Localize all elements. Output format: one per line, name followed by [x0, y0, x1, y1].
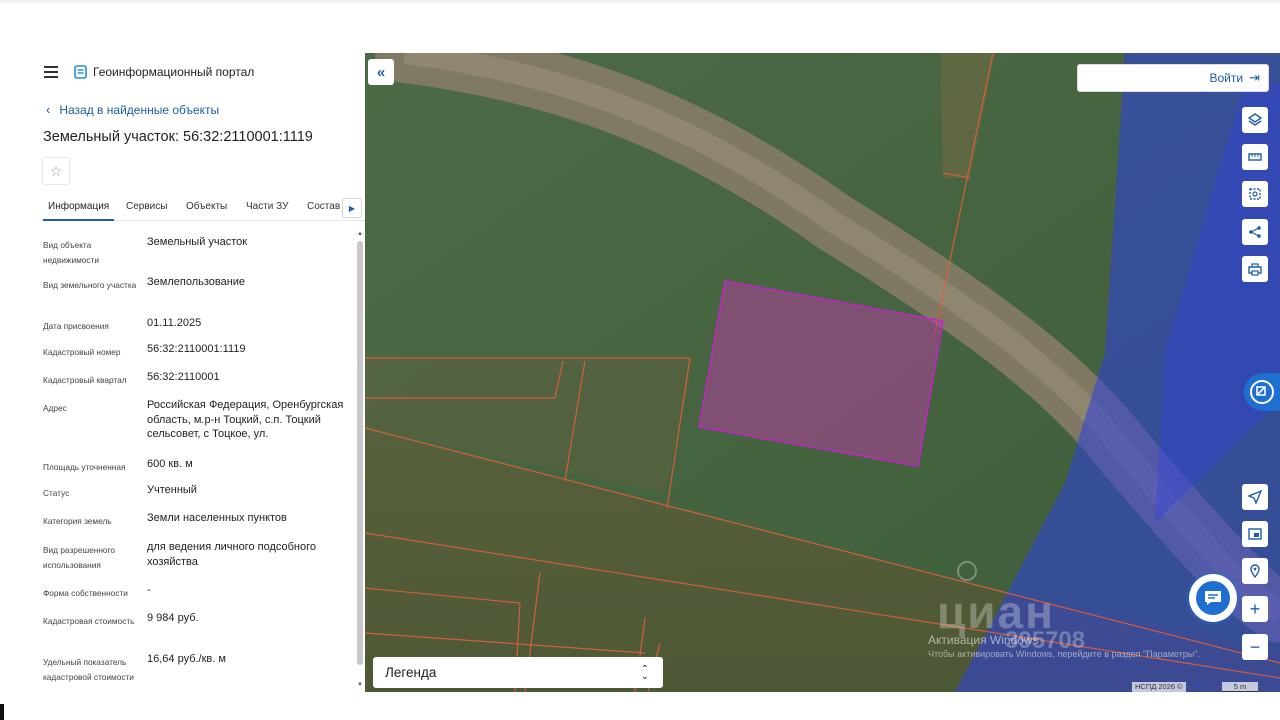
legend-label: Легенда [385, 665, 437, 680]
attribute-label: Форма собственности [43, 588, 128, 598]
chat-button[interactable] [1189, 574, 1237, 622]
minimap-button[interactable] [1242, 521, 1268, 547]
attribute-label: Категория земель [43, 516, 112, 526]
attribute-value: Земельный участок [147, 236, 248, 248]
attribute-label: Площадь уточненная [43, 462, 126, 472]
attribute-value: для ведения личного подсобного хозяйства [147, 541, 317, 568]
collapse-panel-button[interactable]: « [368, 59, 394, 85]
tab-objects[interactable]: Объекты [186, 201, 227, 212]
attribute-label: Кадастровая стоимость [43, 616, 135, 626]
double-chevron-left-icon: « [376, 63, 386, 81]
attribute-label: Кадастровый квартал [43, 375, 127, 385]
page-title: Земельный участок: 56:32:2110001:1119 [43, 129, 313, 145]
tabs-scroll-right-button[interactable]: ▶ [342, 198, 362, 218]
attribute-label: Кадастровый номер [43, 347, 121, 357]
assistant-icon [1250, 380, 1274, 404]
info-panel: Геоинформационный портал ‹ Назад в найде… [40, 53, 365, 692]
legend-select[interactable]: Легенда ⌃ ⌄ [373, 657, 663, 688]
plus-icon: + [1249, 598, 1261, 619]
attribute-label: Вид разрешенного использования [43, 545, 115, 570]
tab-composition[interactable]: Состав [307, 201, 340, 212]
minimap-icon [1248, 528, 1262, 540]
minus-icon: − [1249, 636, 1261, 657]
attribute-value: 16,64 руб./кв. м [147, 653, 226, 665]
attribute-value: Земли населенных пунктов [147, 512, 287, 524]
attribute-label: Адрес [43, 403, 67, 413]
attribute-value: Землепользование [147, 276, 246, 288]
attribute-value: 01.11.2025 [147, 317, 202, 329]
assistant-tab-button[interactable] [1244, 373, 1280, 411]
portal-logo-icon [74, 65, 87, 79]
panel-scrollbar[interactable]: ▲ ▼ [356, 231, 365, 692]
ruler-icon [1248, 153, 1262, 161]
tab-parcel-parts[interactable]: Части ЗУ [246, 201, 288, 212]
attribute-label: Статус [43, 488, 70, 498]
geolocation-button[interactable] [1242, 484, 1268, 510]
back-to-results-link[interactable]: ‹ Назад в найденные объекты [46, 102, 219, 117]
attribute-value: 9 984 руб. [147, 612, 199, 624]
map-scale-bar: 5 m [1222, 682, 1258, 692]
map-view[interactable]: « Войти ⇥ + − циан 395708 Активация Wind… [365, 53, 1280, 692]
caret-right-icon: ▶ [348, 203, 356, 213]
chevron-left-icon: ‹ [46, 102, 51, 117]
attribute-value: 56:32:2110001 [147, 371, 220, 383]
star-icon: ☆ [49, 162, 63, 179]
navigation-arrow-icon [1248, 490, 1262, 504]
attribute-value: Учтенный [147, 484, 197, 496]
attribute-value: 600 кв. м [147, 458, 193, 470]
layers-button[interactable] [1242, 107, 1268, 133]
satellite-imagery [365, 53, 1280, 692]
measure-button[interactable] [1242, 144, 1268, 170]
print-button[interactable] [1242, 256, 1268, 282]
panel-header: Геоинформационный портал [40, 53, 365, 91]
portal-title: Геоинформационный портал [93, 65, 255, 79]
select-area-button[interactable] [1242, 181, 1268, 207]
chevron-up-down-icon: ⌃ ⌄ [640, 663, 649, 682]
zoom-out-button[interactable]: − [1242, 634, 1268, 660]
tab-bar: Информация Сервисы Объекты Части ЗУ Сост… [40, 195, 365, 221]
area-select-icon [1249, 188, 1261, 200]
login-arrow-icon: ⇥ [1249, 70, 1260, 85]
attribute-label: Дата присвоения [43, 321, 109, 331]
attribute-list: Вид объекта недвижимости Земельный участ… [40, 233, 356, 692]
share-icon [1249, 226, 1261, 238]
scrollbar-thumb[interactable] [357, 241, 363, 665]
pin-location-button[interactable] [1242, 558, 1268, 584]
window-bottom-bar [0, 692, 1280, 720]
attribute-label: Вид земельного участка [43, 280, 137, 290]
zoom-in-button[interactable]: + [1242, 596, 1268, 622]
tab-services[interactable]: Сервисы [126, 201, 167, 212]
share-button[interactable] [1242, 219, 1268, 245]
attribute-value: 56:32:2110001:1119 [147, 343, 246, 355]
windows-activation-title: Активация Windows [928, 633, 1039, 647]
attribute-value: Российская Федерация, Оренбургская облас… [147, 399, 344, 440]
layers-icon [1248, 113, 1262, 126]
attribute-value: - [147, 584, 151, 596]
login-button[interactable]: Войти ⇥ [1077, 64, 1269, 92]
window-left-margin [0, 53, 40, 720]
menu-icon[interactable] [44, 66, 58, 78]
windows-activation-text: Чтобы активировать Windows, перейдите в … [928, 649, 1200, 659]
attribute-label: Удельный показатель кадастровой стоимост… [43, 657, 134, 682]
map-pin-icon [1250, 564, 1260, 578]
window-top-bar [0, 0, 1280, 53]
login-label: Войти [1209, 71, 1244, 85]
back-link-label: Назад в найденные объекты [59, 102, 220, 117]
scroll-down-icon[interactable]: ▼ [357, 682, 363, 688]
map-copyright: НСПД 2026 © [1132, 682, 1186, 692]
favorite-button[interactable]: ☆ [42, 157, 70, 185]
chat-bubble-icon [1205, 591, 1221, 605]
scroll-up-icon[interactable]: ▲ [357, 231, 363, 237]
printer-icon [1248, 263, 1262, 276]
tab-information[interactable]: Информация [42, 201, 115, 221]
attribute-label: Вид объекта недвижимости [43, 240, 99, 265]
